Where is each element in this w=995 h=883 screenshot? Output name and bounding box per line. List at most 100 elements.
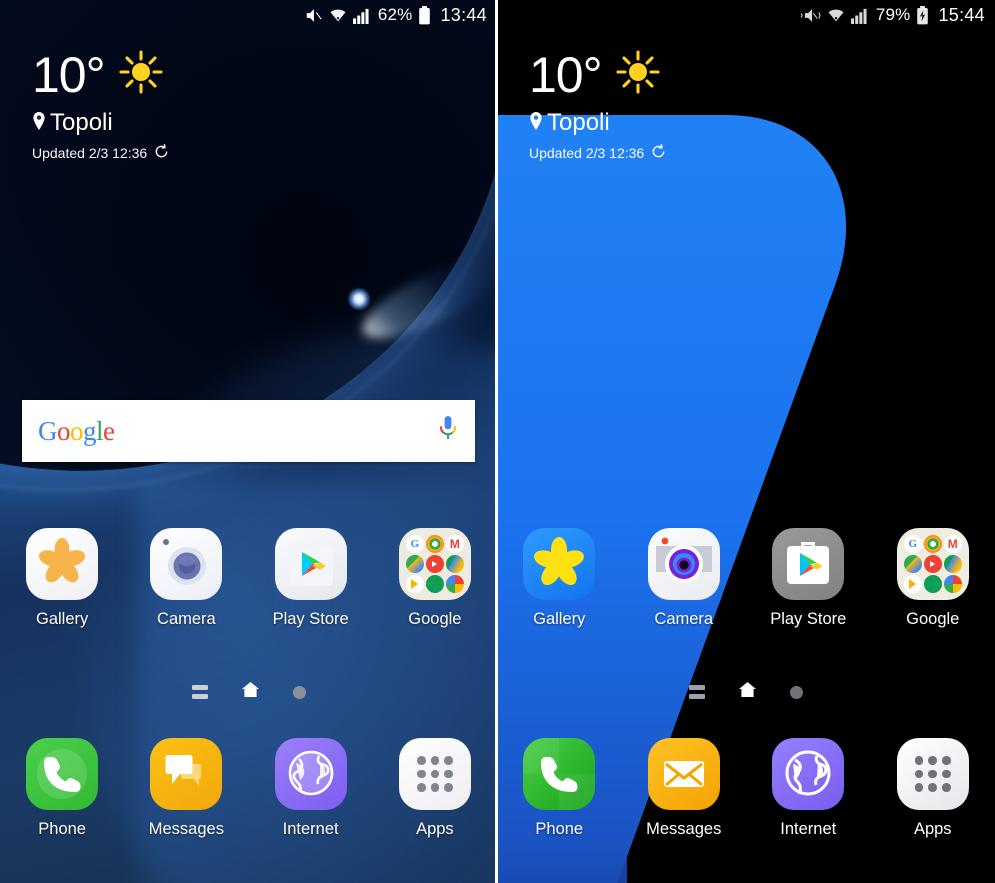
app-label: Camera [157,610,216,628]
mute-icon [304,6,323,25]
wifi-icon [329,6,347,24]
weather-temperature: 10° [32,46,106,103]
weather-primary: 10° [32,48,169,101]
weather-updated-text: Updated 2/3 12:36 [32,145,148,161]
app-apps-drawer[interactable]: Apps [871,738,995,839]
weather-location: Topoli [547,109,610,136]
phone-icon [26,738,99,810]
app-label: Messages [646,820,722,838]
camera-icon [150,528,223,600]
app-label: Phone [535,820,584,838]
weather-temperature: 10° [529,46,603,103]
phone-icon [523,738,596,810]
home-app-row: Gallery Camera Play Store G M Google [0,528,497,629]
app-label: Google [906,610,960,628]
status-clock: 15:44 [938,4,985,25]
app-phone[interactable]: Phone [0,738,124,839]
app-label: Internet [780,820,837,838]
app-google-folder[interactable]: G M Google [871,528,995,629]
sunny-icon [614,48,662,101]
home-page-icon[interactable] [739,682,756,702]
weather-updated-row: Updated 2/3 12:36 [529,144,666,162]
app-label: Camera [654,610,714,628]
google-folder-icon: G M [398,528,471,600]
camera-icon [647,528,720,600]
weather-widget[interactable]: 10° Topoli Updated 2/3 12:36 [32,48,169,162]
app-label: Play Store [770,610,847,628]
cellular-signal-icon [850,7,870,24]
vibrate-icon [800,6,821,25]
weather-widget[interactable]: 10° Topoli Updated 2/3 12:36 [529,48,666,162]
page-dot-icon[interactable] [790,685,803,699]
google-logo: Google [38,415,115,446]
refresh-icon[interactable] [651,144,666,162]
google-search-bar[interactable]: Google [22,400,475,462]
app-internet[interactable]: Internet [249,738,373,839]
app-label: Apps [416,820,454,838]
screen-divider [495,0,498,883]
home-screen-right: 79% 15:44 10° Topoli Updated 2/3 12:36 G… [497,0,995,883]
battery-percent: 79% [875,5,911,24]
battery-icon [418,5,431,25]
app-messages[interactable]: Messages [622,738,747,839]
page-indicator [0,682,497,702]
weather-location-row: Topoli [529,109,666,137]
play-store-icon [772,528,845,600]
app-label: Messages [148,820,224,838]
wallpaper-light-spark [348,288,370,310]
briefing-page-icon[interactable] [191,685,208,699]
messages-envelope-icon [647,738,720,810]
battery-percent: 62% [377,5,413,24]
location-pin-icon [529,109,543,137]
status-clock: 13:44 [440,4,487,25]
wifi-icon [827,6,845,24]
app-gallery[interactable]: Gallery [497,528,622,629]
app-google-folder[interactable]: G M Google [373,528,497,629]
app-messages[interactable]: Messages [124,738,248,839]
app-camera[interactable]: Camera [124,528,248,629]
app-play-store[interactable]: Play Store [249,528,373,629]
apps-grid-icon [896,738,969,810]
apps-grid-icon [398,738,471,810]
location-pin-icon [32,109,46,137]
app-play-store[interactable]: Play Store [746,528,871,629]
app-label: Gallery [35,610,89,628]
weather-location-row: Topoli [32,109,169,137]
app-phone[interactable]: Phone [497,738,622,839]
home-page-icon[interactable] [241,682,259,702]
refresh-icon[interactable] [154,144,169,162]
play-store-icon [274,528,347,600]
app-camera[interactable]: Camera [622,528,747,629]
weather-location: Topoli [50,109,113,136]
weather-primary: 10° [529,48,666,101]
app-internet[interactable]: Internet [746,738,871,839]
app-label: Google [408,610,462,628]
status-bar: 79% 15:44 [497,0,995,30]
briefing-page-icon[interactable] [689,685,705,699]
dock-row: Phone Messages Internet Apps [497,738,995,839]
sunny-icon [117,48,165,101]
app-apps-drawer[interactable]: Apps [373,738,497,839]
home-screen-left: 62% 13:44 10° Topoli Updated 2/3 12:36 G… [0,0,497,883]
battery-charging-icon [916,5,929,25]
page-dot-icon[interactable] [292,685,306,699]
screenshot-comparison: 62% 13:44 10° Topoli Updated 2/3 12:36 G… [0,0,995,883]
page-indicator [497,682,995,702]
cellular-signal-icon [352,7,372,24]
gallery-icon [26,528,99,600]
google-folder-icon: G M [896,528,969,600]
app-gallery[interactable]: Gallery [0,528,124,629]
weather-updated-text: Updated 2/3 12:36 [529,145,645,161]
app-label: Apps [913,820,952,838]
weather-updated-row: Updated 2/3 12:36 [32,144,169,162]
internet-globe-icon [274,738,347,810]
gallery-icon [523,528,596,600]
dock-row: Phone Messages Internet Apps [0,738,497,839]
app-label: Internet [282,820,339,838]
microphone-icon[interactable] [437,414,459,449]
home-app-row: Gallery Camera Play Store G M Google [497,528,995,629]
app-label: Play Store [272,610,349,628]
internet-globe-icon [772,738,845,810]
app-label: Phone [38,820,86,838]
messages-chat-icon [150,738,223,810]
